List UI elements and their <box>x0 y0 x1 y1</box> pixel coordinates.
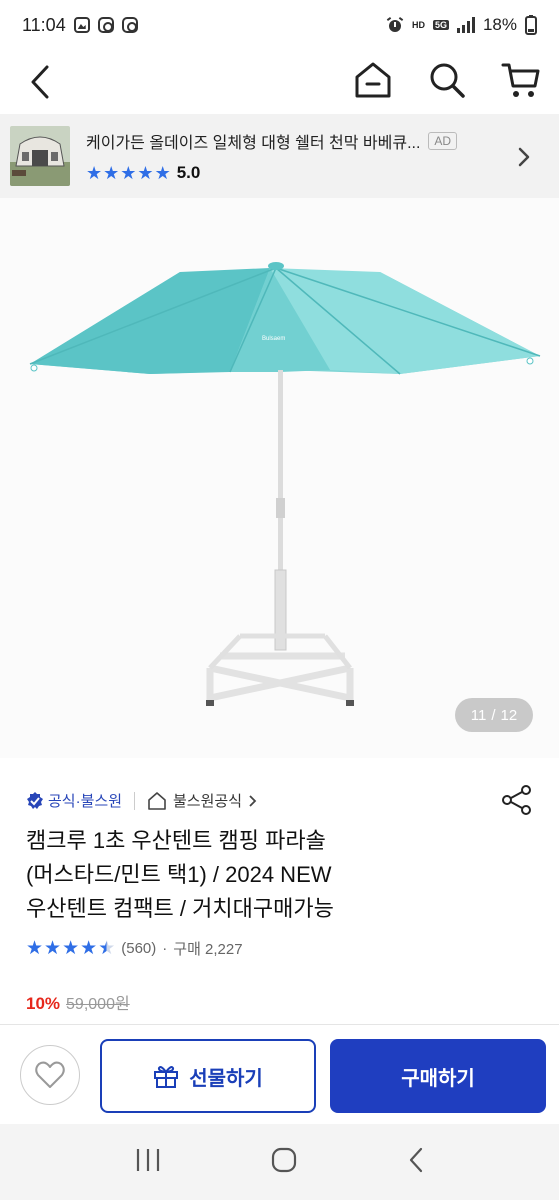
brand-row: 공식·불스원 불스원공식 <box>26 790 258 811</box>
gift-label: 선물하기 <box>189 1067 263 1090</box>
ad-score: 5.0 <box>176 163 201 182</box>
verified-badge-icon <box>27 791 43 809</box>
buy-label: 구매하기 <box>401 1067 475 1090</box>
product-stars: ★ ★ ★ ★ ★ <box>26 937 116 959</box>
system-nav-bar <box>0 1124 559 1200</box>
ad-text: 케이가든 올데이즈 일체형 대형 쉘터 천막 바베큐... AD ★ ★ ★ ★… <box>86 129 482 183</box>
search-button[interactable] <box>425 58 469 102</box>
star-icon: ★ <box>103 163 120 183</box>
chevron-right-icon <box>249 794 257 807</box>
cart-button[interactable] <box>499 58 543 102</box>
ad-badge: AD <box>428 132 458 150</box>
product-title-line-1: 캠크루 1초 우산텐트 캠핑 파라솔 <box>26 828 326 853</box>
star-icon: ★ <box>120 163 137 183</box>
back-button[interactable] <box>22 60 58 104</box>
ad-stars: ★ ★ ★ ★ ★ <box>86 164 171 182</box>
page-current: 11 <box>470 706 487 724</box>
heart-icon <box>35 1061 65 1088</box>
image-page-counter: 11 / 12 <box>455 698 533 732</box>
battery-icon <box>525 15 537 35</box>
star-icon: ★ <box>154 163 171 183</box>
instagram-notification-icon-2 <box>121 17 138 33</box>
chevron-left-icon <box>31 65 49 99</box>
home-nav-button[interactable] <box>270 1146 298 1179</box>
star-icon: ★ <box>137 163 154 183</box>
product-title-line-2: (머스타드/민트 택1) / 2024 NEW <box>26 862 332 887</box>
chevron-right-icon <box>517 146 531 173</box>
home-button[interactable] <box>351 58 395 102</box>
signal-icon <box>456 17 475 33</box>
star-icon: ★ <box>44 937 62 959</box>
ad-rating: ★ ★ ★ ★ ★ 5.0 <box>86 163 482 183</box>
status-left: 11:04 <box>22 15 138 36</box>
page-separator: / <box>491 706 496 724</box>
search-icon <box>430 63 465 98</box>
discount-rate: 10% <box>26 994 61 1013</box>
header-actions <box>351 58 543 102</box>
umbrella-image: Bulsaem <box>29 262 541 706</box>
back-nav-button[interactable] <box>407 1146 425 1179</box>
status-right: HD 5G 18% <box>386 15 537 35</box>
hd-voice-icon: HD <box>411 19 425 30</box>
star-icon: ★ <box>80 937 98 959</box>
buy-button[interactable]: 구매하기 <box>330 1039 546 1113</box>
price-row: 10% 59,000원 <box>26 990 130 1014</box>
ad-title: 케이가든 올데이즈 일체형 대형 쉘터 천막 바베큐... <box>86 135 421 152</box>
brand-divider <box>134 791 135 810</box>
product-title: 캠크루 1초 우산텐트 캠핑 파라솔 (머스타드/민트 택1) / 2024 N… <box>26 824 446 926</box>
alarm-icon <box>386 17 404 32</box>
home-nav-icon <box>272 1147 297 1172</box>
recent-apps-button[interactable] <box>134 1147 162 1178</box>
product-image-gallery[interactable]: Bulsaem 11 / 12 <box>0 198 559 758</box>
store-link[interactable]: 불스원공식 <box>173 790 242 811</box>
instagram-notification-icon <box>97 17 114 33</box>
gallery-notification-icon <box>73 17 90 33</box>
ad-banner[interactable]: 케이가든 올데이즈 일체형 대형 쉘터 천막 바베큐... AD ★ ★ ★ ★… <box>0 114 559 198</box>
share-button[interactable] <box>501 784 533 816</box>
gift-icon <box>154 1066 179 1088</box>
official-badge-label[interactable]: 공식·불스원 <box>48 790 122 811</box>
bottom-action-bar: 선물하기 구매하기 <box>0 1024 559 1124</box>
gift-button[interactable]: 선물하기 <box>100 1039 316 1113</box>
product-rating[interactable]: ★ ★ ★ ★ ★ (560) · 구매 2,227 <box>26 938 243 959</box>
original-price: 59,000원 <box>66 996 130 1013</box>
cart-icon <box>501 63 540 97</box>
ad-thumbnail <box>10 126 70 186</box>
star-icon: ★ <box>62 937 80 959</box>
half-star-icon: ★ <box>98 937 116 959</box>
back-nav-icon <box>409 1147 422 1172</box>
status-bar: 11:04 HD 5G 18% <box>0 0 559 50</box>
store-home-icon <box>148 791 166 810</box>
battery-level: 18% <box>482 15 517 34</box>
page-total: 12 <box>500 706 518 724</box>
purchase-count: 구매 2,227 <box>173 941 243 958</box>
share-icon <box>502 785 531 815</box>
status-time: 11:04 <box>22 14 66 35</box>
top-header <box>0 50 559 114</box>
rating-separator: · <box>162 940 168 957</box>
wishlist-button[interactable] <box>20 1045 80 1105</box>
star-icon: ★ <box>86 163 103 183</box>
ad-title-row: 케이가든 올데이즈 일체형 대형 쉘터 천막 바베큐... AD <box>86 129 482 153</box>
network-5g-icon: 5G <box>432 20 449 30</box>
home-icon <box>355 62 391 98</box>
product-title-line-3: 우산텐트 컴팩트 / 거치대구매가능 <box>26 896 334 921</box>
recent-apps-icon <box>137 1148 160 1171</box>
umbrella-logo: Bulsaem <box>262 336 285 342</box>
review-count: (560) <box>121 940 157 957</box>
star-icon: ★ <box>26 937 44 959</box>
